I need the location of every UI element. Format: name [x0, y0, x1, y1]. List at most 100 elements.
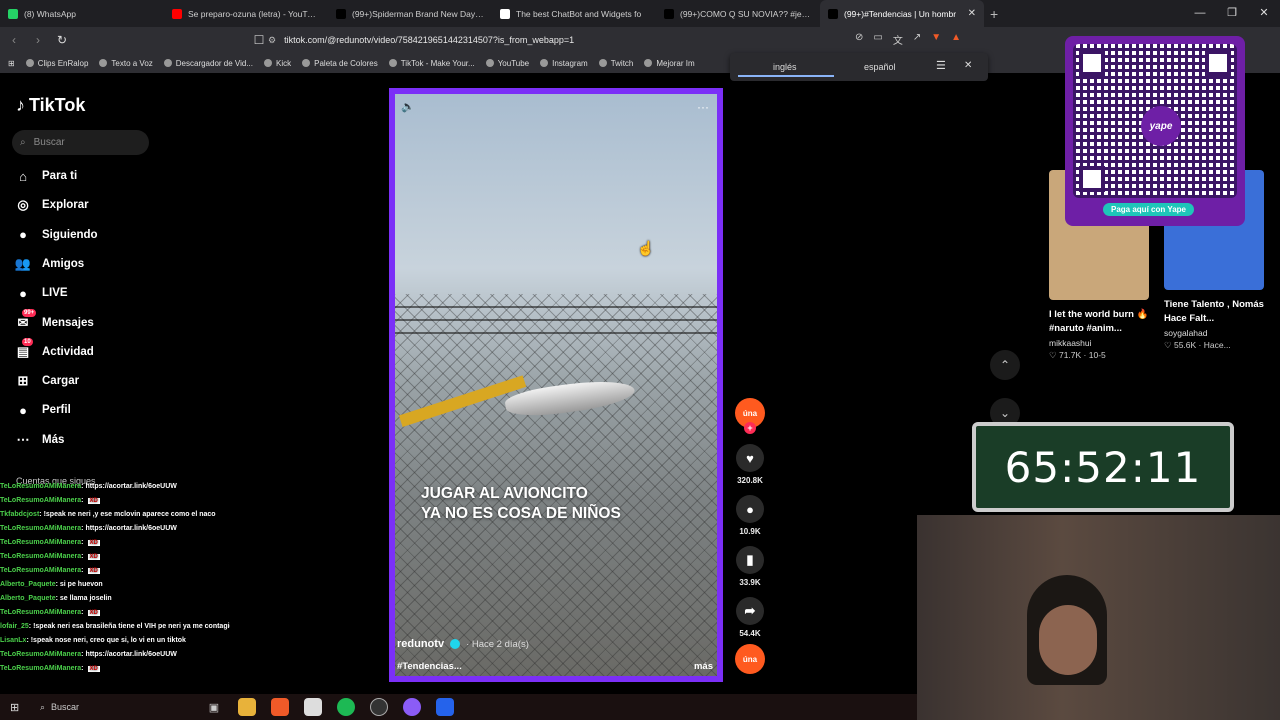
file-explorer-icon[interactable] [238, 698, 256, 716]
tab-title: (99+)Spiderman Brand New Day Full [352, 8, 484, 19]
card-author[interactable]: mikkaashui [1049, 338, 1149, 348]
bookmark-item[interactable]: Kick [264, 59, 291, 68]
tiktok-logo[interactable]: ♪ TikTok [16, 95, 85, 116]
card-author[interactable]: soygalahad [1164, 328, 1264, 338]
chat-message: TeLoResumoAMiManera: https://acortar.lin… [0, 522, 230, 536]
maximize-button[interactable]: ❐ [1216, 0, 1248, 27]
sidebar-item-label: Explorar [42, 199, 89, 212]
apps-grid-icon[interactable]: ⊞ [8, 59, 15, 68]
sidebar-item-cargar[interactable]: ⊞ Cargar [14, 370, 80, 392]
window-controls: — ❐ ✕ [1184, 0, 1280, 27]
search-input[interactable]: ⌕ Buscar [12, 130, 149, 155]
video-tags[interactable]: #Tendencias... [397, 661, 462, 672]
comment-button[interactable]: ● [736, 495, 764, 523]
bookmark-item[interactable]: TikTok - Make Your... [388, 59, 475, 68]
taskbar-search[interactable]: ⌕ Buscar [40, 697, 190, 717]
browser-tab[interactable]: (99+)Spiderman Brand New Day Full [328, 0, 492, 27]
card-title[interactable]: I let the world burn 🔥#naruto #anim... [1049, 308, 1149, 336]
sidebar-item-mensajes[interactable]: ✉ 99+ Mensajes [14, 308, 94, 334]
back-icon[interactable]: ‹ [4, 33, 24, 47]
sound-avatar[interactable]: úna [735, 644, 765, 674]
task-view-icon[interactable]: ▣ [205, 698, 223, 716]
bookmark-item[interactable]: Mejorar Im [644, 59, 695, 68]
bookmark-item[interactable]: Twitch [598, 59, 633, 68]
translate-icon[interactable]: 文 [893, 32, 903, 47]
sidebar-item-label: Para ti [42, 170, 78, 182]
fence-wire [395, 319, 717, 321]
rewards-icon[interactable]: ▲ [951, 32, 961, 47]
messenger-icon[interactable] [403, 698, 421, 716]
share-icon[interactable]: ↗ [913, 32, 921, 47]
streamlabs-icon[interactable] [436, 698, 454, 716]
browser-tab[interactable]: (8) WhatsApp [0, 0, 164, 27]
translate-target-tab[interactable]: español [864, 62, 896, 72]
chat-text: : [81, 665, 84, 672]
sidebar-item-explorar[interactable]: ◎ Explorar [14, 194, 89, 216]
obs-icon[interactable] [370, 698, 388, 716]
sidebar-item-actividad[interactable]: ▤ 10 Actividad [14, 337, 94, 363]
bookmark-item[interactable]: YouTube [485, 59, 529, 68]
bookmark-item[interactable]: Instagram [540, 59, 588, 68]
author-avatar[interactable]: úna + [735, 398, 765, 434]
bookmark-item[interactable]: Descargador de Vid... [163, 59, 253, 68]
like-button[interactable]: ♥ [736, 444, 764, 472]
sidebar-item-perfil[interactable]: ● Perfil [14, 399, 71, 421]
more-link[interactable]: más [694, 661, 713, 672]
chat-message: TeLoResumoAMiManera: XD [0, 550, 230, 564]
follow-plus-icon[interactable]: + [744, 422, 756, 434]
previous-video-button[interactable]: ⌃ [990, 350, 1020, 380]
bookmark-item[interactable]: Paleta de Colores [302, 59, 378, 68]
bookmark-icon[interactable]: ☐ [249, 33, 269, 47]
chat-username: TeLoResumoAMiManera [0, 609, 82, 616]
spotify-icon[interactable] [337, 698, 355, 716]
upload-icon: ⊞ [17, 373, 29, 389]
browser-tab[interactable]: The best ChatBot and Widgets fo [492, 0, 656, 27]
sidebar-item-para-ti[interactable]: ⌂ Para ti [14, 165, 77, 187]
reload-icon[interactable]: ↻ [52, 33, 72, 47]
video-player[interactable]: 🔈 ··· JUGAR AL AVIONCITO YA NO ES COSA D… [389, 88, 723, 682]
share-button[interactable]: ➦ [736, 597, 764, 625]
author-name[interactable]: redunotv [397, 638, 444, 650]
brave-shield-icon[interactable]: ▼ [931, 32, 941, 47]
brave-browser-icon[interactable] [271, 698, 289, 716]
chat-username: TeLoResumoAMiManera [0, 665, 82, 672]
site-info-icon[interactable]: ⚙ [268, 35, 276, 46]
close-window-button[interactable]: ✕ [1248, 0, 1280, 27]
chat-message: TeLoResumoAMiManera: XD [0, 662, 230, 676]
no-tracking-icon[interactable]: ⊘ [855, 32, 863, 47]
translate-close-icon[interactable]: ✕ [964, 60, 972, 71]
card-title[interactable]: Tiene Talento , Nomás Hace Falt... [1164, 298, 1264, 326]
sidebar-item-más[interactable]: ⋯ Más [14, 429, 65, 451]
video-author[interactable]: redunotv · Hace 2 día(s) [397, 638, 529, 650]
minimize-button[interactable]: — [1184, 0, 1216, 27]
windows-taskbar: ⊞ ⌕ Buscar ▣ [0, 694, 917, 720]
translate-source-tab[interactable]: inglés [773, 62, 797, 72]
cast-icon[interactable]: ▭ [873, 32, 882, 47]
tab-close-icon[interactable]: ✕ [968, 8, 976, 19]
video-options-icon[interactable]: ··· [697, 100, 709, 114]
chat-text: : !speak neri esa brasileña tiene el VIH… [28, 623, 230, 630]
browser-tab[interactable]: Se preparo-ozuna (letra) - YouTube [164, 0, 328, 27]
following-icon: ● [19, 227, 27, 243]
bookmark-item[interactable]: Clips EnRalop [25, 59, 88, 68]
qr-finder [1205, 50, 1231, 76]
bookmark-item[interactable]: Texto a Voz [99, 59, 153, 68]
sidebar-item-amigos[interactable]: 👥 Amigos [14, 253, 84, 275]
windows-start-icon[interactable]: ⊞ [10, 701, 19, 714]
bookmark-favicon-icon [540, 59, 549, 67]
browser-tab[interactable]: (99+)#Tendencias | Un hombr ✕ [820, 0, 984, 27]
new-tab-button[interactable]: + [990, 6, 998, 22]
fence-wire [395, 332, 717, 334]
store-icon[interactable] [304, 698, 322, 716]
browser-tab[interactable]: (99+)COMO Q SU NOVIA?? #jefrain [656, 0, 820, 27]
save-button[interactable]: ▮ [736, 546, 764, 574]
sidebar-item-live[interactable]: ● LIVE [14, 282, 68, 304]
forward-icon[interactable]: › [28, 33, 48, 47]
translate-menu-icon[interactable]: ☰ [936, 59, 946, 72]
chat-text: : [81, 539, 84, 546]
chat-username: TeLoResumoAMiManera [0, 483, 82, 490]
sidebar-item-siguiendo[interactable]: ● Siguiendo [14, 224, 98, 246]
chat-text: : [81, 497, 84, 504]
comment-icon: ● [746, 501, 754, 517]
volume-icon[interactable]: 🔈 [401, 100, 415, 113]
